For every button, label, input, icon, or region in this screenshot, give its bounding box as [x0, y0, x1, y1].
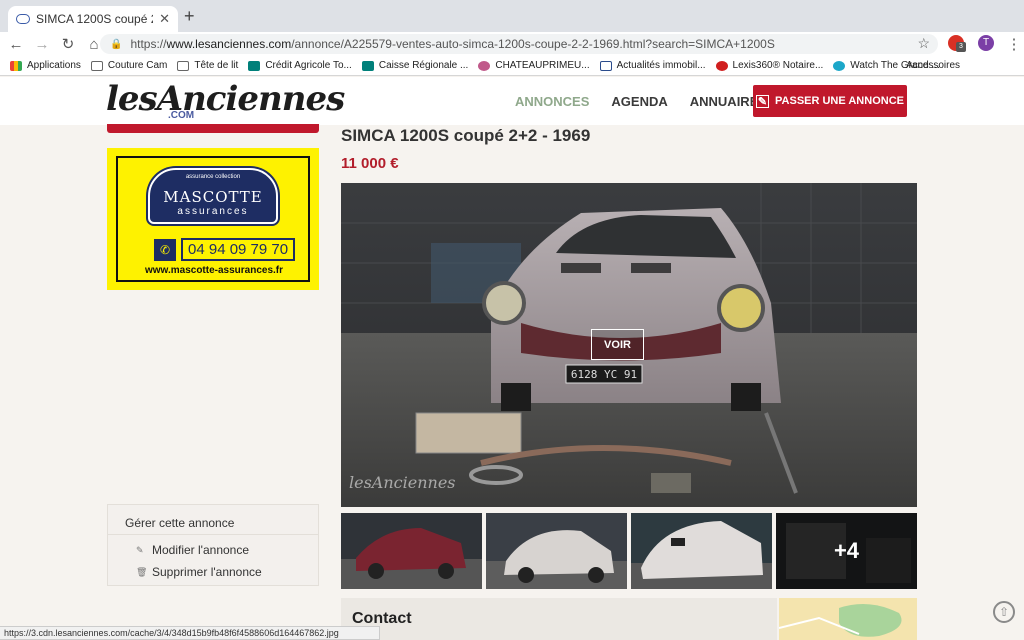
- back-icon[interactable]: ←: [6, 36, 26, 53]
- trash-icon: 🗑: [136, 566, 148, 577]
- main-nav: ANNONCES AGENDA ANNUAIRE: [515, 94, 780, 109]
- bookmark-item[interactable]: Caisse Régionale ...: [361, 60, 468, 71]
- folder-icon: [177, 60, 190, 71]
- ca-favicon-icon: [248, 60, 261, 71]
- thumbnail-image: [341, 513, 482, 589]
- sponsor-ad[interactable]: assurance collection MASCOTTE assurances…: [107, 148, 319, 290]
- extension-icon[interactable]: 3: [948, 35, 966, 52]
- thumbnail-image: [486, 513, 627, 589]
- folder-icon: [90, 60, 103, 71]
- reload-icon[interactable]: ↻: [58, 35, 78, 53]
- bookmark-star-icon[interactable]: ☆: [917, 35, 930, 52]
- lock-icon: 🔒: [110, 38, 123, 50]
- phone-icon: ✆: [154, 238, 176, 261]
- thumbnail-image: [631, 513, 772, 589]
- status-bar-url: https://3.cdn.lesanciennes.com/cache/3/4…: [0, 626, 380, 640]
- document-icon: [599, 60, 612, 71]
- logo-com: .COM: [168, 110, 195, 121]
- thumbnail-1[interactable]: [341, 513, 482, 589]
- browser-toolbar: ← → ↻ ⌂ 🔒 https://www.lesanciennes.com/a…: [0, 32, 1024, 56]
- thumbnail-2[interactable]: [486, 513, 627, 589]
- listing-title: SIMCA 1200S coupé 2+2 - 1969: [341, 126, 591, 145]
- delete-listing-link[interactable]: 🗑 Supprimer l'annonce: [108, 565, 318, 579]
- listing-price: 11 000 €: [341, 155, 399, 172]
- site-header: lesAnciennes .COM ANNONCES AGENDA ANNUAI…: [0, 77, 1024, 125]
- sidebar-red-bar: [107, 124, 319, 133]
- bookmark-item[interactable]: Crédit Agricole To...: [248, 60, 352, 71]
- new-tab-icon[interactable]: +: [184, 6, 195, 27]
- sponsor-phone: ✆ 04 94 09 79 70: [154, 238, 296, 261]
- manage-listing-panel: Gérer cette annonce ✎ Modifier l'annonce…: [107, 504, 319, 586]
- profile-avatar[interactable]: T: [978, 35, 994, 51]
- sponsor-ad-frame: assurance collection MASCOTTE assurances…: [116, 156, 310, 282]
- bookmark-item[interactable]: Tête de lit: [177, 60, 238, 71]
- nav-annonces[interactable]: ANNONCES: [515, 94, 589, 109]
- pencil-icon: ✎: [136, 544, 144, 555]
- extension-badge: 3: [956, 42, 966, 52]
- menu-kebab-icon[interactable]: ⋮: [1004, 35, 1024, 53]
- bookmark-item[interactable]: Couture Cam: [90, 60, 167, 71]
- forward-icon[interactable]: →: [32, 36, 52, 53]
- close-tab-icon[interactable]: ✕: [159, 11, 170, 27]
- manage-title: Gérer cette annonce: [108, 505, 318, 535]
- chateau-favicon-icon: [478, 60, 491, 71]
- sponsor-sub: assurances: [177, 206, 249, 217]
- sponsor-phone-number: 04 94 09 79 70: [181, 238, 296, 261]
- post-ad-button[interactable]: ✎ PASSER UNE ANNONCE: [753, 85, 907, 117]
- tab-strip: SIMCA 1200S coupé 2+2 - 1969 ✕ +: [0, 0, 1024, 32]
- edit-listing-link[interactable]: ✎ Modifier l'annonce: [108, 543, 318, 557]
- browser-tab[interactable]: SIMCA 1200S coupé 2+2 - 1969 ✕: [8, 6, 178, 32]
- lexis-favicon-icon: [715, 60, 728, 71]
- sponsor-brand: MASCOTTE: [163, 188, 263, 206]
- scroll-to-top-icon[interactable]: ⇧: [993, 601, 1015, 623]
- more-photos-count: +4: [776, 513, 917, 589]
- bookmark-apps[interactable]: Applications: [10, 60, 81, 71]
- thumbnail-strip: +4: [341, 513, 917, 589]
- location-map[interactable]: [779, 598, 917, 640]
- site-favicon-icon: [16, 14, 30, 24]
- apps-grid-icon: [10, 60, 22, 71]
- play-icon: [833, 60, 846, 71]
- bookmarks-bar: Applications Couture Cam Tête de lit Cré…: [0, 56, 1024, 76]
- nav-agenda[interactable]: AGENDA: [611, 94, 667, 109]
- url-prefix: https://: [130, 37, 167, 51]
- edit-listing-label: Modifier l'annonce: [152, 543, 250, 557]
- post-ad-label: PASSER UNE ANNONCE: [775, 95, 904, 107]
- delete-listing-label: Supprimer l'annonce: [152, 565, 262, 579]
- sponsor-tagline: assurance collection: [185, 174, 241, 180]
- sponsor-url: www.mascotte-assurances.fr: [145, 265, 284, 276]
- bookmark-other[interactable]: Accessoires: [906, 60, 960, 71]
- sponsor-logo: assurance collection MASCOTTE assurances: [148, 168, 278, 224]
- thumbnail-more[interactable]: +4: [776, 513, 917, 589]
- bookmark-item[interactable]: Actualités immobil...: [599, 60, 706, 71]
- bookmark-item[interactable]: Lexis360® Notaire...: [715, 60, 823, 71]
- main-photo[interactable]: 6128 YC 91 VOIR lesAnciennes: [341, 183, 917, 507]
- logo-text: lesAnciennes: [106, 79, 345, 119]
- contact-title: Contact: [352, 610, 412, 627]
- url-host: www.lesanciennes.com: [166, 37, 292, 51]
- view-gallery-button[interactable]: VOIR: [591, 329, 644, 360]
- photo-watermark: lesAnciennes: [349, 473, 456, 492]
- ca-favicon-icon: [361, 60, 374, 71]
- license-plate: 6128 YC 91: [571, 368, 637, 381]
- thumbnail-3[interactable]: [631, 513, 772, 589]
- url-path: /annonce/A225579-ventes-auto-simca-1200s…: [291, 37, 775, 51]
- address-bar[interactable]: 🔒 https://www.lesanciennes.com/annonce/A…: [100, 34, 938, 54]
- bookmark-item[interactable]: CHATEAUPRIMEU...: [478, 60, 590, 71]
- nav-annuaire[interactable]: ANNUAIRE: [690, 94, 759, 109]
- contact-panel: Contact: [341, 598, 777, 640]
- map-image: [779, 598, 917, 640]
- edit-icon: ✎: [756, 94, 770, 108]
- site-logo[interactable]: lesAnciennes .COM: [106, 79, 345, 123]
- tab-title: SIMCA 1200S coupé 2+2 - 1969: [36, 12, 153, 26]
